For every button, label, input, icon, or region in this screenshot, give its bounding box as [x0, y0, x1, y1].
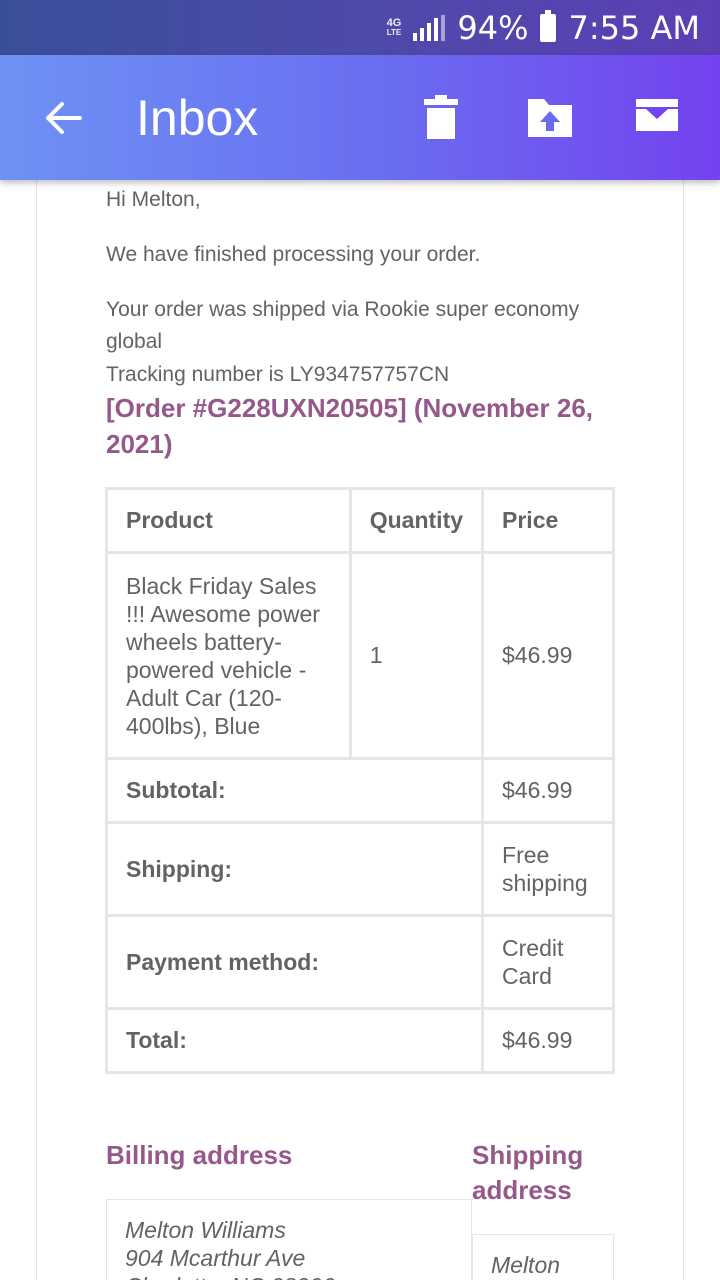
total-row: Total: $46.99 [104, 1007, 615, 1074]
shipping-address-heading: Shipping address [472, 1140, 584, 1205]
billing-address-heading: Billing address [106, 1140, 293, 1170]
subtotal-row: Subtotal: $46.99 [104, 757, 615, 824]
shipping-name: Melton [491, 1252, 561, 1278]
product-quantity: 1 [348, 551, 485, 760]
product-price: $46.99 [481, 551, 615, 760]
delete-icon[interactable] [418, 95, 468, 141]
move-to-folder-icon[interactable] [526, 95, 576, 141]
order-details-table: Product Quantity Price Black Friday Sale… [104, 487, 615, 1074]
network-type: 4G [386, 16, 402, 29]
product-name: Black Friday Sales !!! Awesome power whe… [105, 551, 352, 760]
archive-icon[interactable] [634, 95, 684, 141]
table-header-row: Product Quantity Price [105, 487, 615, 554]
shipping-value: Free shipping [481, 821, 615, 917]
payment-method-value: Credit Card [481, 914, 615, 1010]
page-title: Inbox [136, 90, 259, 146]
shipping-label: Shipping: [104, 821, 485, 917]
battery-percent: 94% [457, 8, 529, 47]
clock: 7:55 AM [568, 8, 700, 47]
network-indicator: 4G LTE [386, 16, 402, 38]
table-row: Black Friday Sales !!! Awesome power whe… [105, 551, 615, 760]
app-bar: Inbox [0, 55, 720, 180]
table-header-product: Product [105, 487, 352, 554]
shipping-row: Shipping: Free shipping [104, 821, 615, 917]
network-subtype: LTE [386, 27, 402, 37]
signal-icon [413, 14, 446, 41]
total-label: Total: [104, 1007, 485, 1074]
tracking-number: Tracking number is LY934757757CN [106, 363, 450, 386]
payment-method-row: Payment method: Credit Card [104, 914, 615, 1010]
table-header-price: Price [481, 487, 615, 554]
billing-name: Melton Williams [125, 1217, 286, 1243]
billing-street: 904 Mcarthur Ave [125, 1245, 306, 1271]
payment-method-label: Payment method: [104, 914, 485, 1010]
table-header-quantity: Quantity [348, 487, 485, 554]
shipping-address-box: Melton [472, 1234, 614, 1280]
order-title-link[interactable]: [Order #G228UXN20505] (November 26, 2021… [106, 390, 626, 462]
billing-city: Charlotte, NC 28206 [125, 1272, 453, 1280]
subtotal-label: Subtotal: [104, 757, 485, 824]
greeting: Hi Melton, [106, 188, 201, 211]
battery-icon [540, 9, 557, 42]
body-line-shipped: Your order was shipped via Rookie super … [106, 298, 580, 353]
billing-address-box: Melton Williams 904 Mcarthur Ave Charlot… [106, 1199, 472, 1280]
body-line-processed: We have finished processing your order. [106, 243, 481, 266]
total-value: $46.99 [481, 1007, 615, 1074]
subtotal-value: $46.99 [481, 757, 615, 824]
status-bar: 4G LTE 94% 7:55 AM [0, 0, 720, 55]
back-arrow-icon[interactable] [40, 95, 86, 141]
